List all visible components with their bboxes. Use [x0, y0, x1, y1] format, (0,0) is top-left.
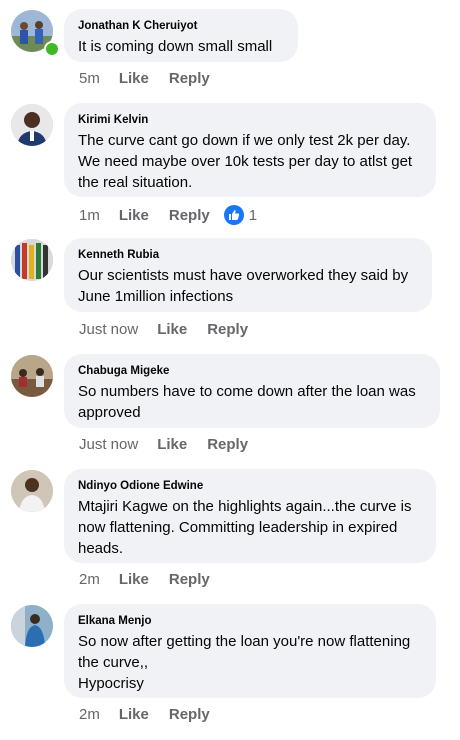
comment-author[interactable]: Kenneth Rubia — [78, 247, 418, 263]
avatar[interactable] — [11, 470, 53, 512]
comment-actions: 2m Like Reply — [79, 571, 210, 588]
reply-button[interactable]: Reply — [169, 571, 210, 588]
comment-author[interactable]: Ndinyo Odione Edwine — [78, 478, 422, 494]
comment-bubble: Ndinyo Odione Edwine Mtajiri Kagwe on th… — [64, 469, 436, 563]
comment-timestamp[interactable]: 2m — [79, 571, 100, 588]
like-button[interactable]: Like — [119, 70, 149, 87]
comment-author[interactable]: Kirimi Kelvin — [78, 112, 422, 128]
comment-text: Our scientists must have overworked they… — [78, 267, 409, 305]
comment-text: Mtajiri Kagwe on the highlights again...… — [78, 498, 412, 557]
comment-timestamp[interactable]: Just now — [79, 321, 138, 338]
comment-author[interactable]: Elkana Menjo — [78, 613, 422, 629]
comment-actions: 1m Like Reply 1 — [79, 205, 257, 225]
comment-author[interactable]: Jonathan K Cheruiyot — [78, 18, 284, 34]
comment-author[interactable]: Chabuga Migeke — [78, 363, 426, 379]
comment-bubble: Jonathan K Cheruiyot It is coming down s… — [64, 9, 298, 62]
reply-button[interactable]: Reply — [207, 321, 248, 338]
avatar[interactable] — [11, 239, 53, 281]
like-button[interactable]: Like — [157, 321, 187, 338]
comment-timestamp[interactable]: 1m — [79, 207, 100, 224]
online-status-indicator — [44, 41, 60, 57]
comment-text: So numbers have to come down after the l… — [78, 383, 416, 421]
like-button[interactable]: Like — [119, 207, 149, 224]
reaction-count: 1 — [248, 206, 258, 224]
comment-text: The curve cant go down if we only test 2… — [78, 132, 413, 191]
comment-bubble: Kenneth Rubia Our scientists must have o… — [64, 238, 432, 312]
comment-text: It is coming down small small — [78, 38, 273, 55]
comment-actions: Just now Like Reply — [79, 436, 248, 453]
comment-bubble: Kirimi Kelvin The curve cant go down if … — [64, 103, 436, 197]
like-button[interactable]: Like — [119, 706, 149, 723]
comment-timestamp[interactable]: 2m — [79, 706, 100, 723]
comment-bubble: Chabuga Migeke So numbers have to come d… — [64, 354, 440, 428]
reply-button[interactable]: Reply — [207, 436, 248, 453]
comment-text: So now after getting the loan you're now… — [78, 633, 411, 692]
reply-button[interactable]: Reply — [169, 706, 210, 723]
avatar[interactable] — [11, 605, 53, 647]
reaction-summary[interactable]: 1 — [223, 205, 258, 225]
like-button[interactable]: Like — [119, 571, 149, 588]
comment-actions: 5m Like Reply — [79, 70, 210, 87]
comment-timestamp[interactable]: Just now — [79, 436, 138, 453]
comment-actions: Just now Like Reply — [79, 321, 248, 338]
reply-button[interactable]: Reply — [169, 70, 210, 87]
like-button[interactable]: Like — [157, 436, 187, 453]
comment-bubble: Elkana Menjo So now after getting the lo… — [64, 604, 436, 698]
avatar[interactable] — [11, 104, 53, 146]
thumbs-up-icon — [223, 205, 244, 225]
avatar[interactable] — [11, 355, 53, 397]
comment-actions: 2m Like Reply — [79, 706, 210, 723]
comment-timestamp[interactable]: 5m — [79, 70, 100, 87]
reply-button[interactable]: Reply — [169, 207, 210, 224]
